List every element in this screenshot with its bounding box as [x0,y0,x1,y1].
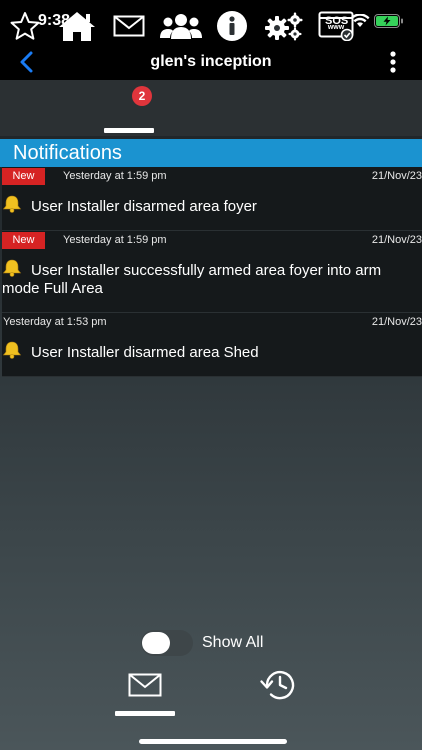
new-badge: New [2,232,45,249]
history-icon[interactable] [258,668,298,702]
users-icon [160,14,202,39]
active-bottom-tab-indicator [115,711,175,716]
bell-icon [2,259,22,277]
notification-date: 21/Nov/23 [371,316,422,328]
mail-icon [113,15,145,37]
toolbar [0,80,422,136]
new-badge: New [2,168,45,185]
show-all-label: Show All [202,634,264,651]
home-icon [59,12,95,41]
notification-time: Yesterday at 1:59 pm [63,234,167,246]
settings-tab[interactable] [263,6,305,46]
notification-message: User Installer disarmed area foyer [31,198,257,215]
notification-item[interactable]: New Yesterday at 1:59 pm 21/Nov/23 User … [2,167,422,231]
web-icon: www [318,11,354,41]
toggle-knob [142,632,170,654]
notification-message: User Installer disarmed area Shed [31,344,259,361]
web-access-tab[interactable]: www [317,6,355,46]
notification-item[interactable]: New Yesterday at 1:59 pm 21/Nov/23 User … [2,231,422,313]
notification-list: New Yesterday at 1:59 pm 21/Nov/23 User … [2,167,422,377]
page-title: glen's inception [150,53,272,70]
battery-charging-icon [374,14,403,28]
star-icon [10,12,40,40]
unread-count-badge: 2 [132,86,152,106]
notification-date: 21/Nov/23 [371,234,422,246]
home-indicator [139,739,287,744]
info-tab[interactable] [215,6,249,46]
mail-icon[interactable] [128,673,162,697]
favorites-tab[interactable] [9,6,41,46]
more-options-icon[interactable] [383,50,403,74]
bell-icon [2,341,22,359]
active-tab-indicator [104,128,154,133]
notification-time: Yesterday at 1:53 pm [3,316,107,328]
notifications-tab[interactable] [110,6,148,46]
info-icon [217,11,247,41]
svg-text:www: www [327,24,345,31]
users-tab[interactable] [159,6,203,46]
notification-item[interactable]: Yesterday at 1:53 pm 21/Nov/23 User Inst… [2,313,422,377]
show-all-toggle[interactable] [141,630,193,656]
nav-bar: glen's inception [0,44,422,80]
home-tab[interactable] [56,6,98,46]
notification-time: Yesterday at 1:59 pm [63,170,167,182]
section-header: Notifications [0,139,422,167]
notification-message: User Installer successfully armed area f… [2,262,382,297]
settings-icon [265,12,303,41]
notification-date: 21/Nov/23 [371,170,422,182]
bell-icon [2,195,22,213]
